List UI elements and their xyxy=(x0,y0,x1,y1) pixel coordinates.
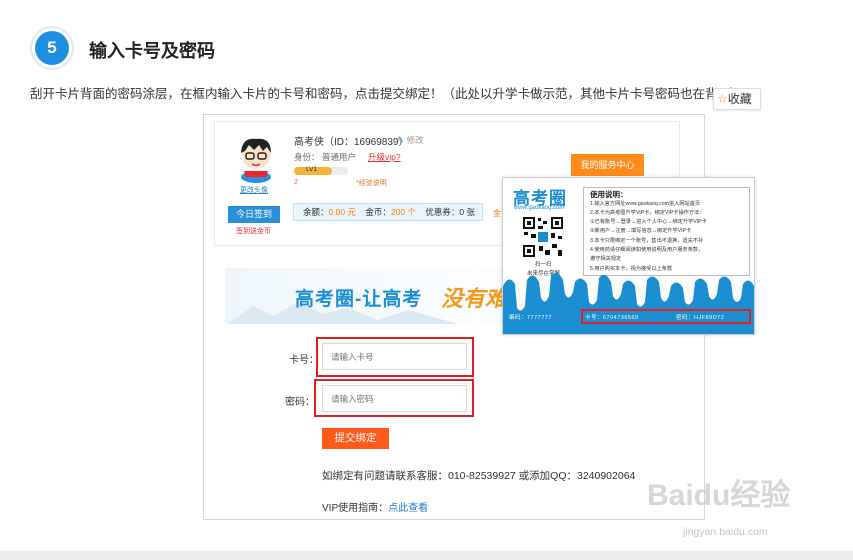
usage-title: 使用说明： xyxy=(590,190,628,199)
usage-line: 1.输入官方网址www.gaokaoq.com进入网站首页 xyxy=(590,201,701,207)
usage-line: 3.本卡只限绑定一个账号，售出不退换，遗失不补 xyxy=(590,238,704,244)
step-title: 输入卡号及密码 xyxy=(89,41,215,61)
coins-value: 200 个 xyxy=(390,207,416,217)
card-url: www.gaokaoq.com xyxy=(514,205,565,211)
card-number-label: 卡号： xyxy=(289,355,319,366)
watermark-url: jingyan.baidu.com xyxy=(683,526,768,538)
card-number-input[interactable] xyxy=(322,343,467,370)
coins-label: 金币： xyxy=(365,207,391,217)
step-description: 刮开卡片背面的密码涂层，在框内输入卡片的卡号和密码，点击提交绑定！（此处以升学卡… xyxy=(30,87,743,101)
change-avatar-link[interactable]: 更改头像 xyxy=(240,185,268,195)
edit-label: 修改 xyxy=(406,135,424,145)
service-center-button[interactable]: 我的服务中心 xyxy=(571,154,644,176)
coupon-count: 优惠券：0 张 xyxy=(425,207,475,217)
banner-text-accent: 没有难 xyxy=(441,286,508,311)
balance-strip: 余额：0.00 元 金币：200 个 优惠券：0 张 xyxy=(293,203,483,221)
exp-info-link[interactable]: *经验说明 xyxy=(356,178,387,188)
vip-guide-label: VIP使用指南： xyxy=(322,503,389,514)
usage-line: ①已有账号→登录→进入个人中心→绑定升学VIP卡 xyxy=(590,219,707,225)
edit-profile-link[interactable]: ✎ 修改 xyxy=(397,134,424,146)
banner-text: 高考圈-让高考 xyxy=(295,289,423,310)
card-number-password-highlight xyxy=(581,309,751,324)
contact-info: 如绑定有问题请联系客服：010-82539927 或添加QQ：324090206… xyxy=(322,470,636,482)
qr-code-icon xyxy=(522,216,564,258)
baidu-watermark: Baidu经验 xyxy=(647,479,791,512)
usage-line: 遵守相关规定 xyxy=(590,256,622,262)
balance-label: 余额： xyxy=(303,207,329,217)
favorite-label: 收藏 xyxy=(727,92,752,106)
vip-guide-link[interactable]: 点此查看 xyxy=(388,503,428,514)
username: 高考侠（ID：16969839） xyxy=(294,137,409,148)
level-sub: 2 xyxy=(294,179,298,186)
usage-line: ②新用户→注册→填写信息→绑定升学VIP卡 xyxy=(590,228,692,234)
card-serial: 编码：7777777 xyxy=(509,315,552,321)
password-input[interactable] xyxy=(322,385,467,412)
password-label: 密码： xyxy=(285,397,315,408)
balance-value: 0.00 元 xyxy=(328,207,356,217)
star-icon: ☆ xyxy=(717,92,728,106)
level-label: LV1 xyxy=(306,166,318,173)
more-truncated: 金 xyxy=(493,209,501,218)
qr-caption: 扫一扫 xyxy=(535,262,552,268)
user-identity: 身份： 普通用户 xyxy=(294,152,356,162)
favorite-button[interactable]: ☆收藏 xyxy=(713,88,761,110)
submit-bind-button[interactable]: 提交绑定 xyxy=(322,428,389,449)
avatar xyxy=(241,138,271,183)
usage-line: 4.使用前请仔细阅读如使用说明及用户服务条款， xyxy=(590,247,704,253)
checkin-button[interactable]: 今日签到 xyxy=(228,206,280,223)
card-wave-decoration xyxy=(503,272,754,334)
checkin-reward: 签到送金币 xyxy=(236,228,271,235)
usage-line: 2.本卡为高考圈升学VIP卡，绑定VIP卡操作方法： xyxy=(590,210,705,216)
step-number: 5 xyxy=(35,31,69,65)
bottom-bar xyxy=(0,551,853,560)
edit-icon: ✎ xyxy=(397,135,405,145)
vip-guide: VIP使用指南：点此查看 xyxy=(322,499,428,514)
upgrade-vip-link[interactable]: 升级vip? xyxy=(368,151,401,163)
